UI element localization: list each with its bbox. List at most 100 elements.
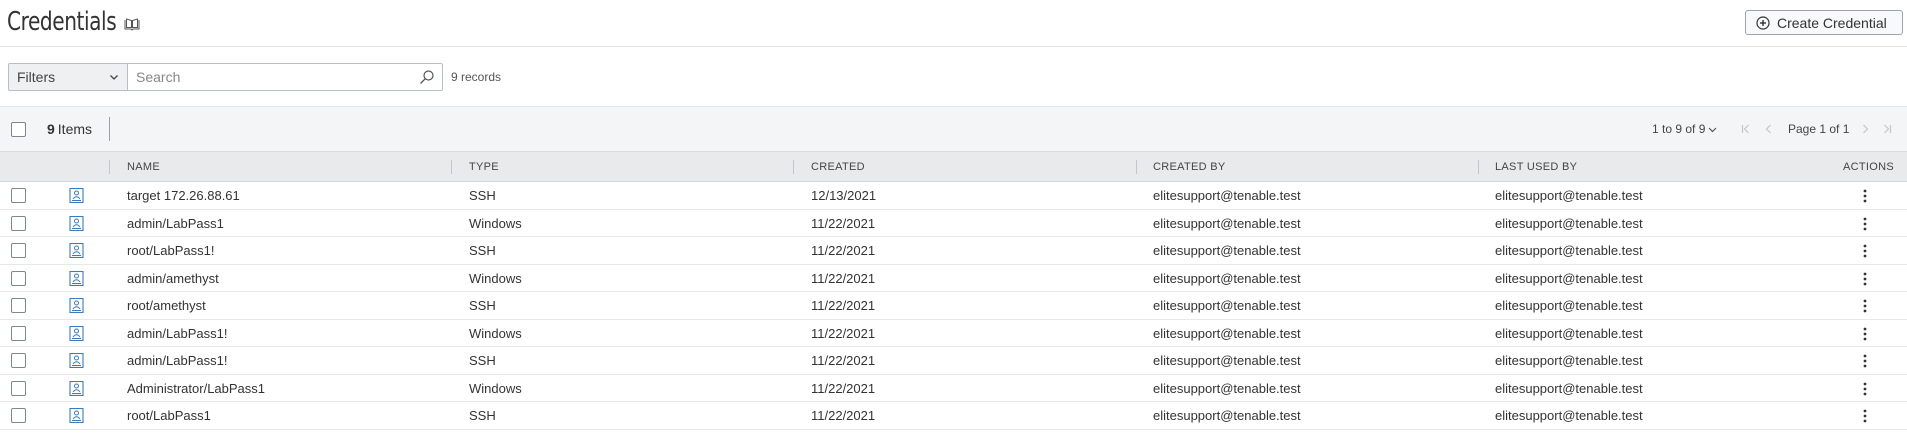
column-separator bbox=[1478, 160, 1479, 174]
create-credential-button[interactable]: Create Credential bbox=[1745, 10, 1903, 35]
table-row[interactable]: root/LabPass1 SSH 11/22/2021 elitesuppor… bbox=[0, 402, 1907, 430]
row-created-by: elitesupport@tenable.test bbox=[1153, 408, 1301, 423]
column-header-last-used-by[interactable]: LAST USED BY bbox=[1495, 161, 1577, 173]
row-checkbox[interactable] bbox=[11, 270, 26, 286]
row-type: Windows bbox=[469, 270, 522, 286]
credential-id-card-icon bbox=[69, 215, 84, 231]
page-size-dropdown[interactable]: 1 to 9 of 9 bbox=[1652, 122, 1717, 136]
row-type: SSH bbox=[469, 353, 496, 368]
row-last-used-by: elitesupport@tenable.test bbox=[1495, 408, 1643, 423]
select-all-checkbox[interactable] bbox=[11, 122, 26, 137]
column-separator bbox=[451, 160, 452, 174]
table-row[interactable]: admin/LabPass1! Windows 11/22/2021 elite… bbox=[0, 319, 1907, 347]
kebab-menu-icon[interactable] bbox=[1858, 188, 1872, 204]
kebab-menu-icon[interactable] bbox=[1858, 381, 1872, 397]
filters-label: Filters bbox=[17, 69, 56, 85]
row-created-by: elitesupport@tenable.test bbox=[1153, 298, 1301, 313]
row-name: admin/amethyst bbox=[127, 270, 219, 286]
range-text: 1 to 9 of 9 bbox=[1652, 122, 1706, 136]
table-row[interactable]: admin/LabPass1! SSH 11/22/2021 elitesupp… bbox=[0, 347, 1907, 375]
column-header-name[interactable]: NAME bbox=[127, 161, 160, 173]
credential-id-card-icon bbox=[69, 325, 84, 341]
last-page-icon[interactable] bbox=[1881, 123, 1893, 135]
row-created: 11/22/2021 bbox=[811, 298, 876, 313]
kebab-menu-icon[interactable] bbox=[1858, 326, 1872, 342]
row-last-used-by: elitesupport@tenable.test bbox=[1495, 215, 1643, 231]
page-header: Credentials Create Credential bbox=[0, 0, 1907, 47]
row-type: SSH bbox=[469, 188, 496, 203]
page-title: Credentials bbox=[7, 7, 117, 37]
filters-dropdown[interactable]: Filters bbox=[8, 63, 127, 91]
row-last-used-by: elitesupport@tenable.test bbox=[1495, 243, 1643, 258]
row-checkbox[interactable] bbox=[11, 188, 26, 203]
row-created: 11/22/2021 bbox=[811, 408, 876, 423]
next-page-icon[interactable] bbox=[1859, 123, 1871, 135]
book-icon[interactable] bbox=[124, 18, 140, 31]
table-toolbar: 9 Items 1 to 9 of 9 Page 1 of 1 bbox=[0, 106, 1907, 151]
column-header-type[interactable]: TYPE bbox=[469, 161, 499, 173]
column-separator bbox=[1136, 160, 1137, 174]
row-last-used-by: elitesupport@tenable.test bbox=[1495, 353, 1643, 368]
search-icon[interactable] bbox=[419, 69, 435, 85]
kebab-menu-icon[interactable] bbox=[1858, 271, 1872, 287]
previous-page-icon[interactable] bbox=[1763, 123, 1775, 135]
row-name: admin/LabPass1 bbox=[127, 215, 224, 231]
column-header-actions: ACTIONS bbox=[1843, 161, 1894, 173]
row-name: Administrator/LabPass1 bbox=[127, 380, 266, 396]
kebab-menu-icon[interactable] bbox=[1858, 408, 1872, 424]
row-checkbox[interactable] bbox=[11, 408, 26, 423]
credential-id-card-icon bbox=[69, 188, 84, 203]
first-page-icon[interactable] bbox=[1740, 123, 1752, 135]
search-box bbox=[127, 63, 443, 91]
kebab-menu-icon[interactable] bbox=[1858, 353, 1872, 369]
row-checkbox[interactable] bbox=[11, 380, 26, 396]
column-separator bbox=[109, 160, 110, 174]
row-checkbox[interactable] bbox=[11, 215, 26, 231]
search-input[interactable] bbox=[128, 64, 408, 90]
row-name: target 172.26.88.61 bbox=[127, 188, 240, 203]
table-row[interactable]: root/LabPass1! SSH 11/22/2021 elitesuppo… bbox=[0, 237, 1907, 265]
row-checkbox[interactable] bbox=[11, 243, 26, 258]
credential-id-card-icon bbox=[69, 408, 84, 423]
row-checkbox[interactable] bbox=[11, 353, 26, 368]
items-summary: 9 Items bbox=[47, 121, 92, 137]
row-type: SSH bbox=[469, 408, 496, 423]
row-created: 11/22/2021 bbox=[811, 215, 876, 231]
table-row[interactable]: target 172.26.88.61 SSH 12/13/2021 elite… bbox=[0, 182, 1907, 210]
column-header-created[interactable]: CREATED bbox=[811, 161, 865, 173]
row-checkbox[interactable] bbox=[11, 325, 26, 341]
row-checkbox[interactable] bbox=[11, 298, 26, 313]
row-created-by: elitesupport@tenable.test bbox=[1153, 380, 1301, 396]
kebab-menu-icon[interactable] bbox=[1858, 298, 1872, 314]
row-last-used-by: elitesupport@tenable.test bbox=[1495, 270, 1643, 286]
row-name: root/LabPass1! bbox=[127, 243, 215, 258]
kebab-menu-icon[interactable] bbox=[1858, 243, 1872, 259]
table-row[interactable]: admin/LabPass1 Windows 11/22/2021 elites… bbox=[0, 209, 1907, 237]
create-credential-label: Create Credential bbox=[1777, 14, 1887, 31]
row-created: 11/22/2021 bbox=[811, 353, 876, 368]
row-name: admin/LabPass1! bbox=[127, 353, 228, 368]
records-count: 9 records bbox=[451, 70, 502, 84]
row-last-used-by: elitesupport@tenable.test bbox=[1495, 188, 1643, 203]
column-separator bbox=[793, 160, 794, 174]
row-type: SSH bbox=[469, 298, 496, 313]
credential-id-card-icon bbox=[69, 353, 84, 368]
kebab-menu-icon[interactable] bbox=[1858, 216, 1872, 232]
table-row[interactable]: root/amethyst SSH 11/22/2021 elitesuppor… bbox=[0, 292, 1907, 320]
row-created: 11/22/2021 bbox=[811, 243, 876, 258]
row-type: Windows bbox=[469, 380, 522, 396]
page-indicator: Page 1 of 1 bbox=[1788, 122, 1850, 136]
row-created-by: elitesupport@tenable.test bbox=[1153, 215, 1301, 231]
row-type: Windows bbox=[469, 215, 522, 231]
table-row[interactable]: Administrator/LabPass1 Windows 11/22/202… bbox=[0, 374, 1907, 402]
row-created-by: elitesupport@tenable.test bbox=[1153, 325, 1301, 341]
column-header-created-by[interactable]: CREATED BY bbox=[1153, 161, 1225, 173]
chevron-down-icon bbox=[1708, 127, 1717, 132]
row-created-by: elitesupport@tenable.test bbox=[1153, 270, 1301, 286]
table-row[interactable]: admin/amethyst Windows 11/22/2021 elites… bbox=[0, 264, 1907, 292]
row-type: Windows bbox=[469, 325, 522, 341]
row-name: admin/LabPass1! bbox=[127, 325, 228, 341]
credential-id-card-icon bbox=[69, 298, 84, 313]
row-created: 11/22/2021 bbox=[811, 380, 876, 396]
row-last-used-by: elitesupport@tenable.test bbox=[1495, 298, 1643, 313]
